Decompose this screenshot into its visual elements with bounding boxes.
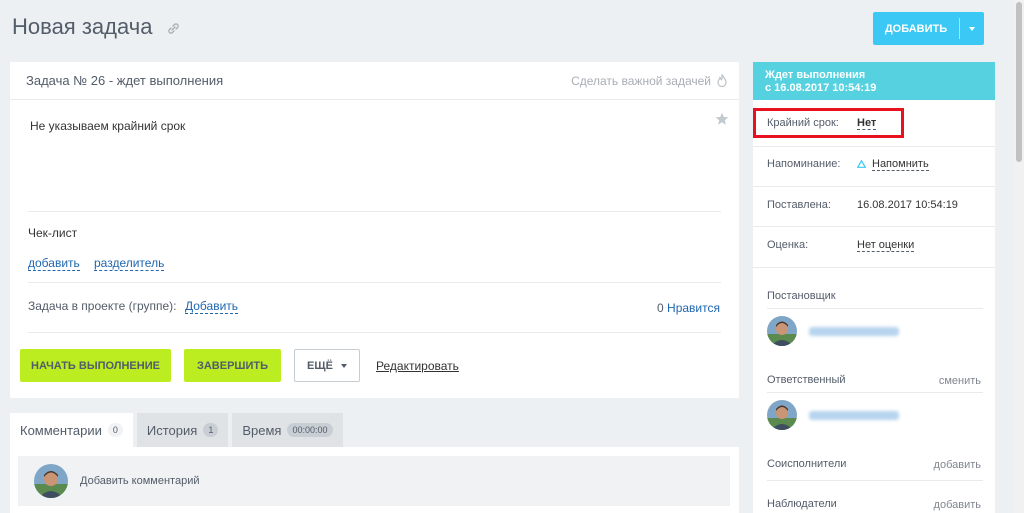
add-comment-box[interactable]: Добавить комментарий — [18, 456, 730, 506]
reminder-label: Напоминание: — [767, 158, 841, 170]
divider — [753, 146, 995, 147]
creator-person[interactable] — [767, 316, 899, 346]
link-icon[interactable] — [167, 22, 180, 35]
start-button[interactable]: НАЧАТЬ ВЫПОЛНЕНИЕ — [20, 349, 171, 382]
responsible-change-link[interactable]: сменить — [939, 375, 981, 387]
tab-time[interactable]: Время 00:00:00 — [232, 413, 343, 447]
divider — [28, 211, 721, 212]
task-description: Не указываем крайний срок — [30, 119, 186, 133]
reminder-link[interactable]: Напомнить — [857, 158, 929, 171]
tab-count: 0 — [107, 423, 123, 437]
comment-placeholder: Добавить комментарий — [80, 475, 200, 487]
checklist-add-link[interactable]: добавить — [28, 256, 80, 271]
divider — [767, 392, 983, 393]
person-name-blurred — [809, 326, 899, 336]
checklist-label: Чек-лист — [28, 226, 78, 240]
created-label: Поставлена: — [767, 199, 831, 211]
responsible-person[interactable] — [767, 400, 899, 430]
reminder-row: Напоминание: Напомнить — [767, 158, 983, 171]
tab-count: 00:00:00 — [287, 423, 333, 437]
person-name-blurred — [809, 410, 899, 420]
creator-label: Постановщик — [767, 290, 836, 302]
bell-triangle-icon — [857, 160, 866, 168]
likes-count: 0 — [657, 301, 664, 315]
star-icon[interactable] — [715, 112, 729, 126]
divider — [767, 480, 983, 481]
tab-comments[interactable]: Комментарии 0 — [10, 413, 133, 447]
tabs: Комментарии 0 История 1 Время 00:00:00 — [10, 413, 347, 447]
project-add-link[interactable]: Добавить — [185, 299, 239, 314]
rating-row: Оценка: Нет оценки — [767, 239, 983, 252]
avatar — [767, 316, 797, 346]
avatar — [34, 464, 68, 498]
add-button[interactable]: ДОБАВИТЬ — [873, 12, 984, 45]
action-row: НАЧАТЬ ВЫПОЛНЕНИЕ ЗАВЕРШИТЬ ЕЩЁ Редактир… — [20, 349, 459, 382]
flame-icon[interactable] — [717, 74, 727, 87]
edit-link[interactable]: Редактировать — [376, 359, 459, 373]
task-header-title: Задача № 26 - ждет выполнения — [26, 73, 224, 88]
avatar — [767, 400, 797, 430]
like-link[interactable]: Нравится — [667, 301, 720, 315]
chevron-down-icon — [969, 26, 975, 31]
divider — [28, 282, 721, 283]
add-button-dropdown[interactable] — [960, 26, 984, 31]
task-card: Задача № 26 - ждет выполнения Сделать ва… — [10, 62, 739, 398]
page-title: Новая задача — [12, 14, 153, 39]
add-button-label: ДОБАВИТЬ — [884, 22, 948, 35]
checklist-separator-link[interactable]: разделитель — [94, 256, 165, 271]
tab-label: Комментарии — [20, 422, 102, 438]
divider — [753, 226, 995, 227]
project-label: Задача в проекте (группе): — [28, 299, 177, 313]
created-row: Поставлена: 16.08.2017 10:54:19 — [767, 199, 983, 211]
divider — [767, 308, 983, 309]
responsible-label: Ответственный — [767, 374, 846, 386]
status-date: с 16.08.2017 10:54:19 — [765, 82, 877, 94]
finish-button[interactable]: ЗАВЕРШИТЬ — [184, 349, 281, 382]
status-band: Ждет выполнения с 16.08.2017 10:54:19 — [753, 62, 995, 100]
chevron-down-icon — [340, 363, 347, 368]
tab-label: История — [146, 422, 198, 438]
more-button[interactable]: ЕЩЁ — [294, 349, 360, 382]
tab-count: 1 — [203, 423, 219, 437]
make-important-link[interactable]: Сделать важной задачей — [571, 74, 711, 88]
more-button-label: ЕЩЁ — [307, 359, 333, 372]
rating-value[interactable]: Нет оценки — [857, 239, 915, 252]
tab-history[interactable]: История 1 — [136, 413, 229, 447]
divider — [753, 186, 995, 187]
likes: 0 Нравится — [657, 301, 720, 315]
reminder-value: Напомнить — [872, 158, 929, 171]
deadline-highlight — [753, 108, 904, 138]
status-text: Ждет выполнения — [765, 69, 866, 81]
task-header: Задача № 26 - ждет выполнения Сделать ва… — [10, 62, 739, 100]
tab-label: Время — [242, 422, 282, 438]
divider — [753, 267, 995, 268]
accomplices-add-link[interactable]: добавить — [934, 459, 981, 471]
rating-label: Оценка: — [767, 239, 809, 251]
observers-add-link[interactable]: добавить — [934, 499, 981, 511]
divider — [28, 332, 721, 333]
page-scrollbar-thumb[interactable] — [1016, 2, 1022, 162]
created-value: 16.08.2017 10:54:19 — [857, 199, 958, 211]
